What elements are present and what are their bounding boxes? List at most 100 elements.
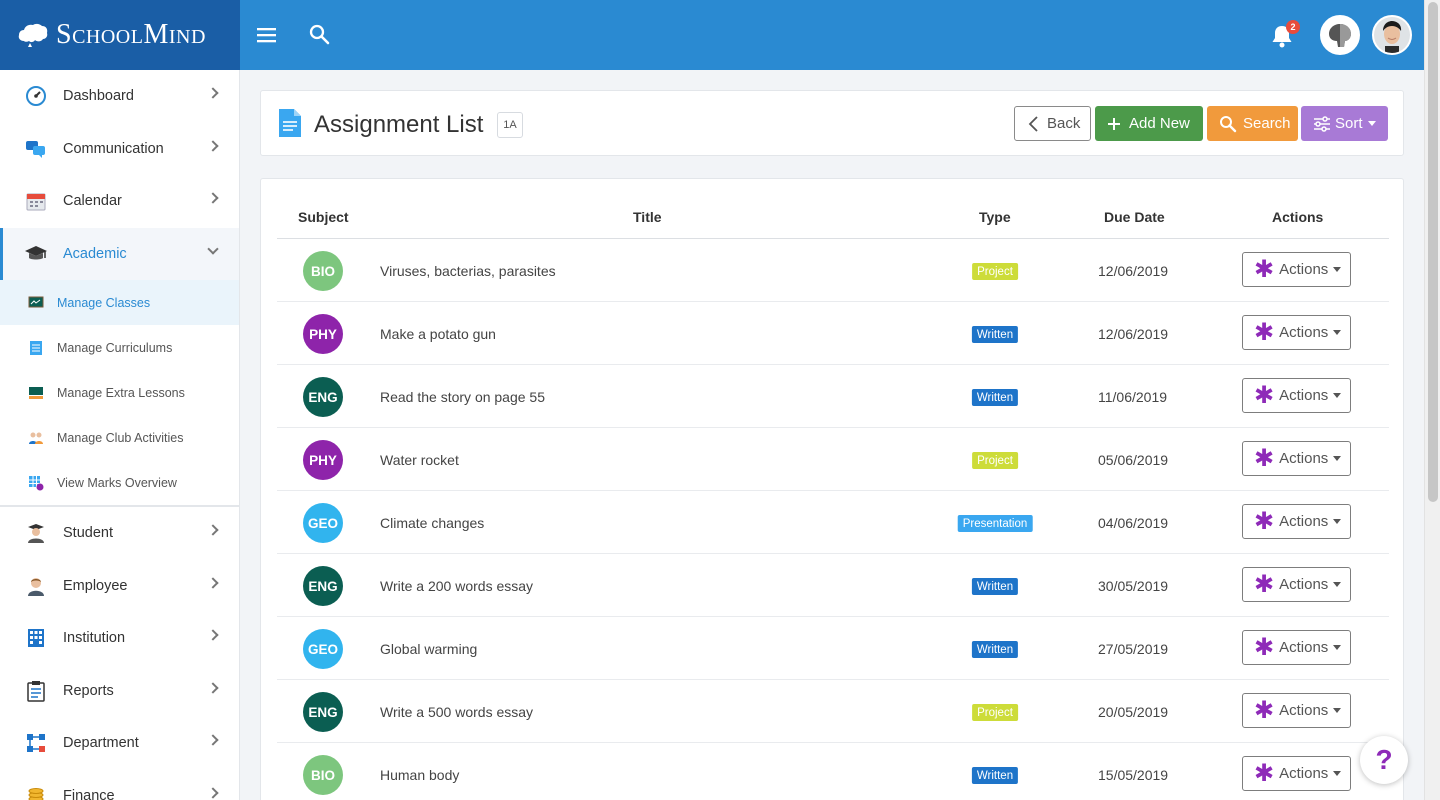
assignment-title[interactable]: Climate changes [380, 515, 484, 531]
sidebar-item-dashboard[interactable]: Dashboard [0, 70, 239, 123]
back-button[interactable]: Back [1014, 106, 1091, 141]
assignment-title[interactable]: Read the story on page 55 [380, 389, 545, 405]
actions-button[interactable]: ✱ Actions [1242, 693, 1351, 728]
actions-button[interactable]: ✱ Actions [1242, 504, 1351, 539]
document-icon [278, 108, 302, 143]
brand-name: SchoolMind [56, 19, 206, 50]
assignment-title[interactable]: Water rocket [380, 452, 459, 468]
user-avatar[interactable] [1372, 15, 1412, 55]
sort-button-label: Sort [1335, 115, 1363, 132]
sidebar-subitem-view-marks-overview[interactable]: View Marks Overview [0, 460, 239, 505]
sidebar-item-calendar[interactable]: Calendar [0, 175, 239, 228]
header-type: Type [979, 209, 1011, 225]
scrollbar-thumb[interactable] [1428, 2, 1438, 502]
caret-down-icon [1333, 393, 1342, 398]
actions-button[interactable]: ✱ Actions [1242, 315, 1351, 350]
due-date: 27/05/2019 [1098, 641, 1169, 657]
chevron-down-icon [207, 242, 219, 255]
assignment-title[interactable]: Human body [380, 767, 459, 783]
table-row: PHY Water rocket Project 05/06/2019 ✱ Actions [277, 428, 1389, 491]
actions-button-label: Actions [1279, 450, 1329, 467]
sidebar-item-label: Institution [63, 630, 126, 647]
assignment-title[interactable]: Write a 500 words essay [380, 704, 533, 720]
asterisk-icon: ✱ [1254, 507, 1275, 535]
assignment-title[interactable]: Global warming [380, 641, 477, 657]
hamburger-menu-icon[interactable] [256, 23, 280, 47]
subject-avatar: GEO [303, 629, 343, 669]
sidebar-subitem-label: Manage Extra Lessons [57, 385, 185, 400]
brain-logo-icon [18, 23, 48, 47]
table-header: Subject Title Type Due Date Actions [277, 179, 1389, 239]
chevron-right-icon [207, 576, 219, 589]
sidebar-item-label: Academic [63, 245, 127, 262]
document-list-icon [28, 340, 44, 356]
type-badge: Written [971, 389, 1019, 406]
actions-button[interactable]: ✱ Actions [1242, 378, 1351, 413]
header-title: Title [633, 209, 662, 225]
sidebar-subitem-manage-club-activities[interactable]: Manage Club Activities [0, 415, 239, 460]
sidebar-item-employee[interactable]: Employee [0, 560, 239, 613]
due-date: 04/06/2019 [1098, 515, 1169, 531]
assignment-title[interactable]: Write a 200 words essay [380, 578, 533, 594]
sidebar-item-institution[interactable]: Institution [0, 612, 239, 665]
group-people-icon [28, 430, 44, 446]
sidebar-item-label: Dashboard [63, 88, 134, 105]
page-scrollbar[interactable] [1424, 0, 1440, 800]
sort-button[interactable]: Sort [1301, 106, 1388, 141]
plus-icon [1107, 117, 1121, 131]
sidebar-subitem-manage-extra-lessons[interactable]: Manage Extra Lessons [0, 370, 239, 415]
actions-button[interactable]: ✱ Actions [1242, 441, 1351, 476]
table-row: PHY Make a potato gun Written 12/06/2019 ✱ Ac… [277, 302, 1389, 365]
sidebar-subitem-label: Manage Club Activities [57, 430, 184, 445]
coins-icon [24, 784, 48, 800]
graduation-cap-icon [24, 242, 48, 266]
back-button-label: Back [1047, 115, 1081, 132]
sidebar-subitem-label: Manage Classes [57, 295, 151, 310]
search-icon[interactable] [308, 23, 332, 47]
sidebar-item-communication[interactable]: Communication [0, 123, 239, 176]
actions-button-label: Actions [1279, 387, 1329, 404]
sidebar-subitem-manage-classes[interactable]: Manage Classes [0, 280, 239, 325]
sidebar-item-department[interactable]: Department [0, 717, 239, 770]
chevron-right-icon [207, 139, 219, 152]
actions-button[interactable]: ✱ Actions [1242, 252, 1351, 287]
actions-button[interactable]: ✱ Actions [1242, 756, 1351, 791]
sidebar-subitem-manage-curriculums[interactable]: Manage Curriculums [0, 325, 239, 370]
due-date: 15/05/2019 [1098, 767, 1169, 783]
assignment-title[interactable]: Viruses, bacterias, parasites [380, 263, 556, 279]
type-badge: Written [971, 326, 1019, 343]
type-badge: Written [971, 767, 1019, 784]
actions-button[interactable]: ✱ Actions [1242, 630, 1351, 665]
search-button-label: Search [1243, 115, 1291, 132]
help-button[interactable]: ? [1360, 736, 1408, 784]
top-bar: SchoolMind 2 [0, 0, 1424, 70]
subject-avatar: PHY [303, 440, 343, 480]
sidebar-item-label: Department [63, 735, 139, 752]
sliders-icon [1313, 115, 1331, 133]
table-row: ENG Write a 500 words essay Project 20/05/2… [277, 680, 1389, 743]
table-row: GEO Global warming Written 27/05/2019 ✱ Actio… [277, 617, 1389, 680]
school-avatar[interactable] [1320, 15, 1360, 55]
employee-icon [24, 574, 48, 598]
sidebar-subitem-label: View Marks Overview [57, 475, 177, 490]
assignment-title[interactable]: Make a potato gun [380, 326, 496, 342]
due-date: 05/06/2019 [1098, 452, 1169, 468]
chevron-left-icon [1027, 115, 1039, 133]
clipboard-icon [24, 679, 48, 703]
notification-badge: 2 [1286, 20, 1300, 34]
search-button[interactable]: Search [1207, 106, 1298, 141]
due-date: 20/05/2019 [1098, 704, 1169, 720]
add-new-button[interactable]: Add New [1095, 106, 1203, 141]
actions-button[interactable]: ✱ Actions [1242, 567, 1351, 602]
type-badge: Project [972, 704, 1018, 721]
sidebar-item-student[interactable]: Student [0, 507, 239, 560]
search-icon [1219, 115, 1237, 133]
sidebar-item-reports[interactable]: Reports [0, 665, 239, 718]
sidebar-item-finance[interactable]: Finance [0, 770, 239, 800]
actions-button-label: Actions [1279, 324, 1329, 341]
brand-logo[interactable]: SchoolMind [0, 0, 240, 70]
sidebar-item-academic[interactable]: Academic [0, 227, 239, 280]
type-badge: Project [972, 452, 1018, 469]
caret-down-icon [1367, 121, 1376, 126]
chevron-right-icon [207, 681, 219, 694]
